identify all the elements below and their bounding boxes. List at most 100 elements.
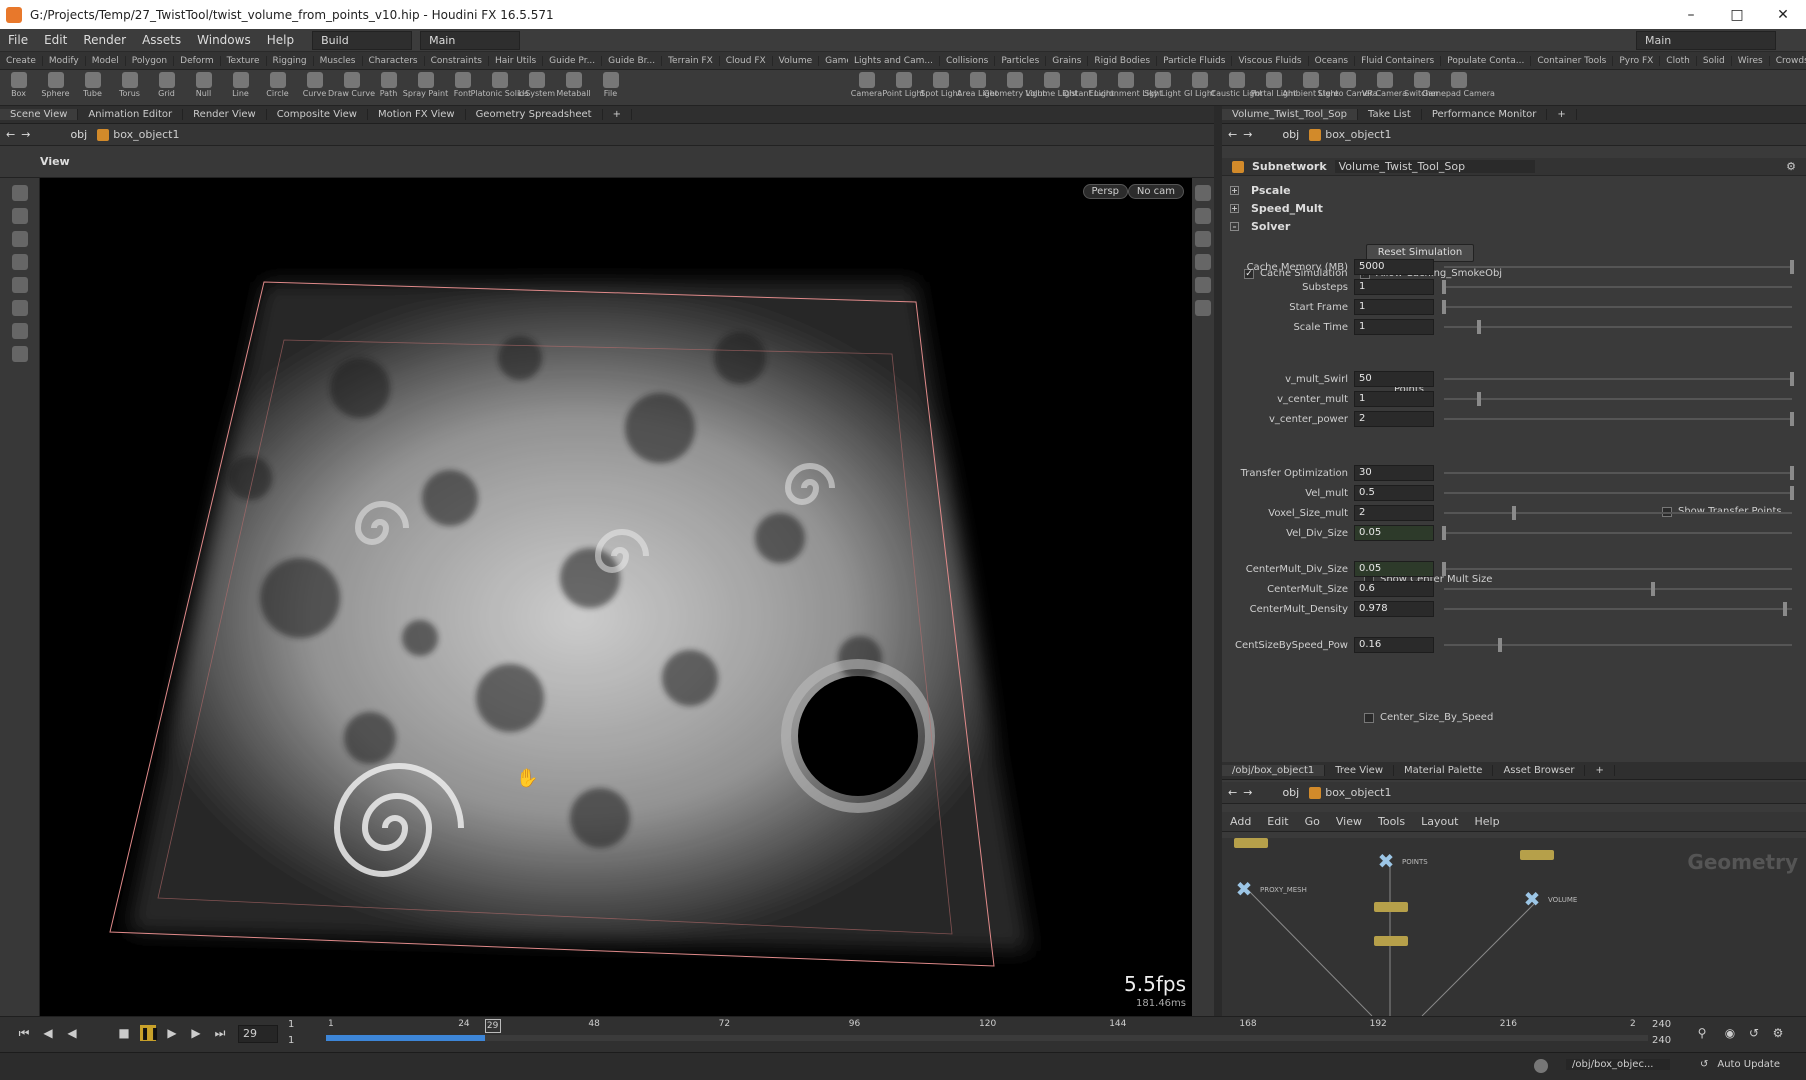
menu-render[interactable]: Render (75, 33, 134, 47)
center-size-by-speed-toggle[interactable]: Center_Size_By_Speed (1364, 712, 1493, 723)
shelf-tab-model[interactable]: Model (86, 55, 126, 66)
path-obj[interactable]: obj (70, 128, 87, 141)
network-menu-edit[interactable]: Edit (1259, 815, 1296, 828)
shelf-tab-constraints[interactable]: Constraints (425, 55, 489, 66)
param-slider[interactable] (1444, 601, 1792, 617)
shelf-tab-create[interactable]: Create (0, 55, 43, 66)
node-attrib-2[interactable] (1374, 936, 1414, 946)
add-tab-icon[interactable]: + (1547, 109, 1577, 120)
pause-button[interactable]: ❚❚ (140, 1025, 160, 1041)
shelf-tab-cloth[interactable]: Cloth (1660, 55, 1697, 66)
scene-viewport[interactable]: Persp No cam 5.5fps 181.46ms ✋ (40, 178, 1192, 1016)
tool-stereo-camera[interactable]: Stereo Camera (1318, 70, 1378, 98)
path-node[interactable]: box_object1 (113, 128, 179, 141)
shelf-tab-populate-conta[interactable]: Populate Conta... (1441, 55, 1532, 66)
slider-knob[interactable] (1442, 280, 1446, 294)
folder-solver[interactable]: – Solver (1230, 220, 1290, 233)
param-slider[interactable] (1444, 581, 1792, 597)
auto-update-menu[interactable]: Auto Update (1710, 1059, 1780, 1070)
tool-sky-light[interactable]: Sky Light (1144, 70, 1181, 98)
param-slider[interactable] (1444, 259, 1794, 275)
start-frame-2[interactable]: 1 (288, 1035, 294, 1046)
tool-spray-paint[interactable]: Spray Paint (403, 70, 448, 98)
shelf-tab-modify[interactable]: Modify (43, 55, 86, 66)
slider-knob[interactable] (1497, 638, 1502, 652)
tool-box[interactable]: Box (0, 70, 37, 98)
tab-take-list[interactable]: Take List (1358, 109, 1422, 120)
select-tool-icon[interactable] (11, 185, 28, 201)
shelf-tab-viscous-fluids[interactable]: Viscous Fluids (1232, 55, 1309, 66)
param-field-substeps[interactable]: 1 (1354, 279, 1434, 295)
slider-knob[interactable] (1790, 412, 1794, 426)
shelf-tab-characters[interactable]: Characters (363, 55, 425, 66)
maximize-button[interactable]: □ (1714, 7, 1760, 23)
tab-material-palette[interactable]: Material Palette (1394, 765, 1494, 776)
current-frame-field[interactable]: 29 (238, 1025, 278, 1043)
tool-gamepad-camera[interactable]: Gamepad Camera (1422, 70, 1495, 98)
tab-obj-box-object1[interactable]: /obj/box_object1 (1222, 765, 1326, 776)
menu-edit[interactable]: Edit (36, 33, 75, 47)
camera-menu[interactable]: No cam (1127, 184, 1184, 199)
tab-volume-twist-tool-sop[interactable]: Volume_Twist_Tool_Sop (1222, 109, 1358, 120)
shelf-tab-oceans[interactable]: Oceans (1309, 55, 1356, 66)
net-back-arrow-icon[interactable]: ← (1228, 786, 1237, 799)
node-box[interactable] (1234, 838, 1274, 848)
stop-button[interactable]: ■ (116, 1025, 132, 1041)
menu-help[interactable]: Help (259, 33, 302, 47)
play-button[interactable]: ▶ (164, 1025, 180, 1041)
lighting-icon[interactable] (1195, 208, 1211, 224)
slider-knob[interactable] (1783, 602, 1788, 616)
shelf-tab-particles[interactable]: Particles (995, 55, 1047, 66)
node-name-field[interactable]: Volume_Twist_Tool_Sop (1334, 160, 1535, 173)
go-start-button[interactable]: ⏮ (16, 1025, 32, 1041)
net-path-obj[interactable]: obj (1282, 786, 1299, 799)
forward-arrow-icon[interactable]: → (21, 128, 30, 141)
slider-knob[interactable] (1511, 506, 1516, 520)
shelf-tab-container-tools[interactable]: Container Tools (1531, 55, 1614, 66)
start-frame[interactable]: 1 (288, 1019, 294, 1030)
rotate-tool-icon[interactable] (11, 231, 28, 247)
param-field-centermult-div-size[interactable]: 0.05 (1354, 561, 1434, 577)
param-field-vel-mult[interactable]: 0.5 (1354, 485, 1434, 501)
slider-knob[interactable] (1442, 562, 1446, 576)
param-slider[interactable] (1444, 505, 1792, 521)
param-field-v-center-mult[interactable]: 1 (1354, 391, 1434, 407)
tool-sphere[interactable]: Sphere (37, 70, 74, 98)
gear-icon[interactable]: ⚙ (1786, 160, 1796, 173)
node-proxy-mesh[interactable]: ✖ PROXY_MESH (1234, 879, 1307, 900)
menu-assets[interactable]: Assets (134, 33, 189, 47)
shelf-tab-terrain-fx[interactable]: Terrain FX (662, 55, 720, 66)
slider-knob[interactable] (1790, 486, 1794, 500)
param-back-arrow-icon[interactable]: ← (1228, 128, 1237, 141)
slider-knob[interactable] (1790, 466, 1794, 480)
net-forward-arrow-icon[interactable]: → (1243, 786, 1252, 799)
param-slider[interactable] (1444, 411, 1794, 427)
folder-speed-mult[interactable]: + Speed_Mult (1230, 202, 1323, 215)
tool-circle[interactable]: Circle (259, 70, 296, 98)
tool-metaball[interactable]: Metaball (555, 70, 592, 98)
handle-tool-icon[interactable] (11, 277, 28, 293)
end-frame-2[interactable]: 240 (1652, 1035, 1671, 1046)
param-slider[interactable] (1442, 279, 1792, 295)
ghost-icon[interactable] (1195, 254, 1211, 270)
tab-scene-view[interactable]: Scene View (0, 109, 79, 120)
tab-geometry-spreadsheet[interactable]: Geometry Spreadsheet (466, 109, 603, 120)
shelf-tab-grains[interactable]: Grains (1046, 55, 1089, 66)
display-option-icon[interactable] (1195, 185, 1211, 201)
tool-path[interactable]: Path (370, 70, 407, 98)
add-tab-icon[interactable]: + (1585, 765, 1615, 776)
move-tool-icon[interactable] (11, 208, 28, 224)
tool-spot-light[interactable]: Spot Light (920, 70, 961, 98)
param-field-transfer-optimization[interactable]: 30 (1354, 465, 1434, 481)
folder-pscale[interactable]: + Pscale (1230, 184, 1291, 197)
param-slider[interactable] (1444, 637, 1792, 653)
timeline-bar[interactable]: 1 24 48 72 96 120 144 168 192 216 2 29 (326, 1019, 1648, 1049)
net-path-node[interactable]: box_object1 (1325, 786, 1391, 799)
shelf-tab-guide-br[interactable]: Guide Br... (602, 55, 663, 66)
network-editor[interactable]: ✖ PROXY_MESH ✖ POINTS ✖ VOLUME Geometry (1222, 838, 1806, 1016)
tab-render-view[interactable]: Render View (183, 109, 267, 120)
param-path-node[interactable]: box_object1 (1325, 128, 1391, 141)
param-field-centermult-density[interactable]: 0.978 (1354, 601, 1434, 617)
network-menu-layout[interactable]: Layout (1413, 815, 1466, 828)
param-field-start-frame[interactable]: 1 (1354, 299, 1434, 315)
